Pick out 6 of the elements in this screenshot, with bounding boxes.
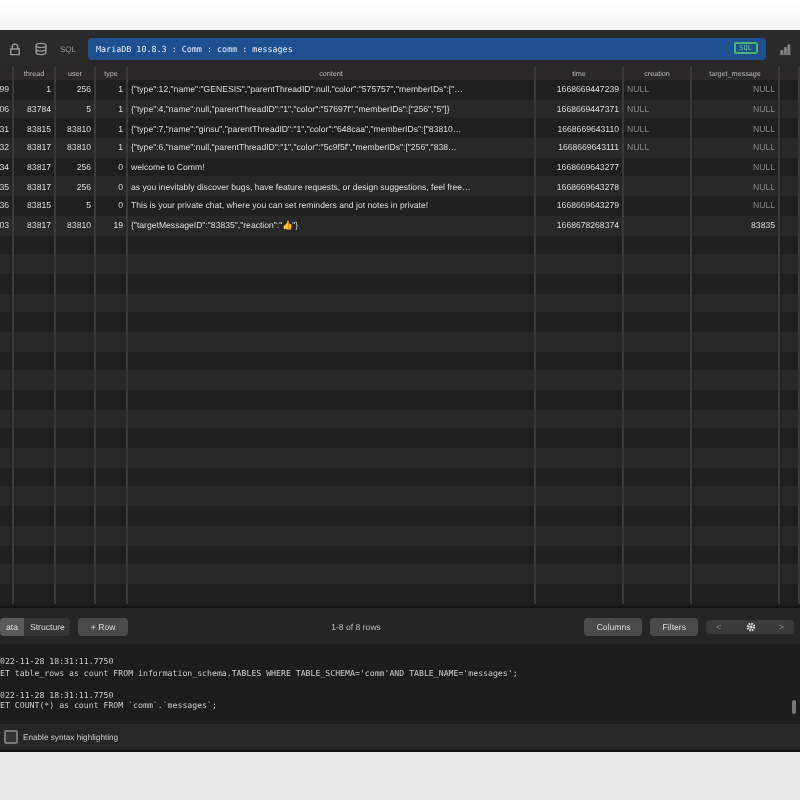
lock-icon[interactable] xyxy=(8,41,22,55)
checkbox[interactable] xyxy=(4,730,17,744)
settings-icon[interactable] xyxy=(745,621,755,631)
scrollbar[interactable] xyxy=(792,700,796,714)
database-icon[interactable] xyxy=(34,41,48,55)
chart-icon[interactable] xyxy=(778,41,792,55)
